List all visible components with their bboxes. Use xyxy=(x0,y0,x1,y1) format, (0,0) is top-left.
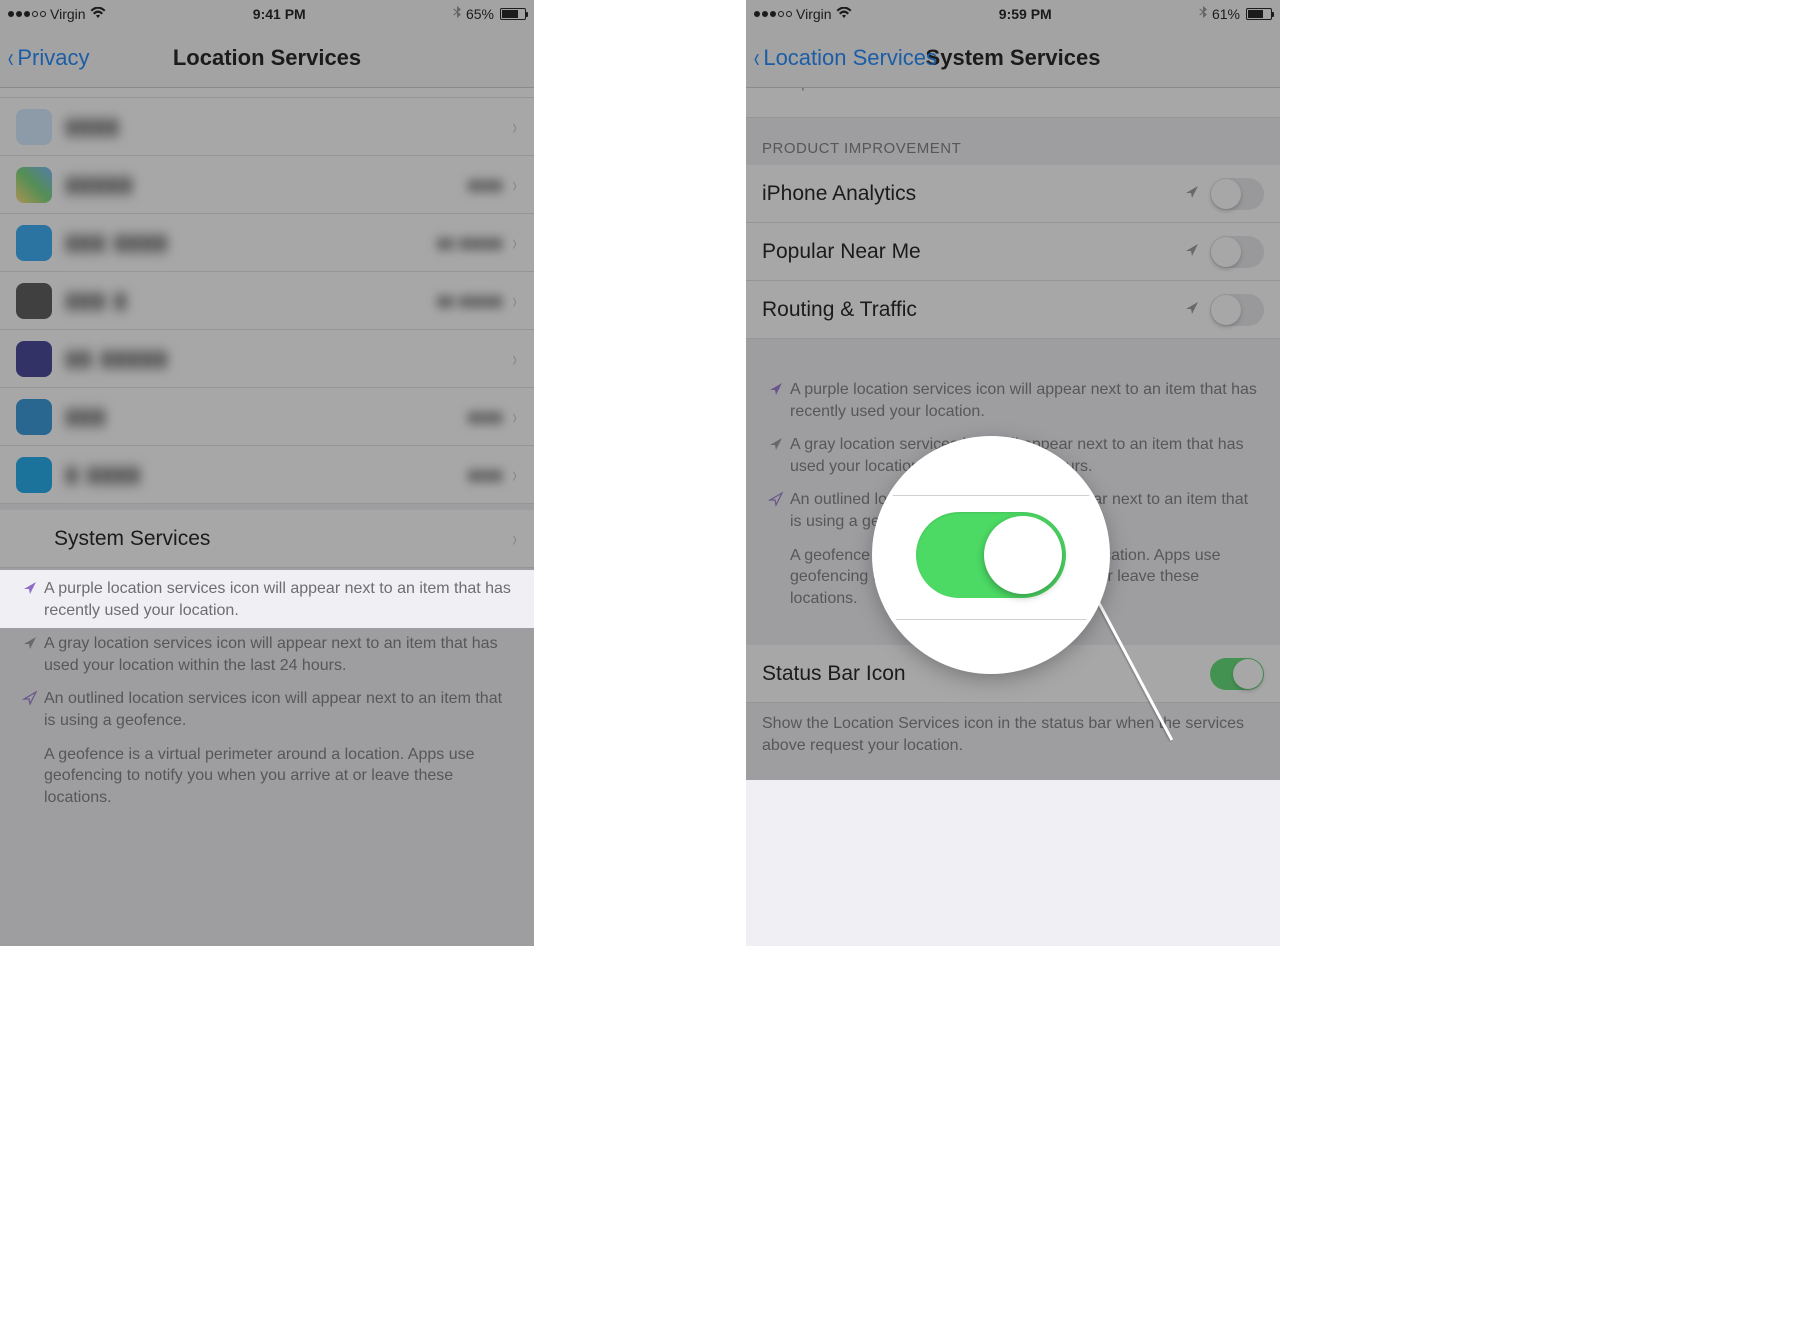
magnifier-callout xyxy=(876,440,1106,670)
toggle-switch[interactable] xyxy=(1210,294,1264,326)
status-time: 9:59 PM xyxy=(999,6,1052,22)
location-arrow-gray-icon xyxy=(768,436,784,477)
back-label: Location Services xyxy=(763,45,937,71)
frequent-locations-value: On xyxy=(1221,88,1249,92)
app-list: ▮▮▮▮› ▮▮▮▮▮▮▮▮▮› ▮▮▮ ▮▮▮▮▮▮ ▮▮▮▮▮› ▮▮▮ ▮… xyxy=(0,98,534,504)
location-arrow-purple-icon xyxy=(22,580,38,621)
chevron-right-icon: › xyxy=(512,526,516,552)
app-row[interactable]: ▮▮ ▮▮▮▮▮› xyxy=(0,330,534,388)
location-arrow-outline-icon xyxy=(768,491,784,532)
footer-purple: A purple location services icon will app… xyxy=(790,379,1264,422)
carrier-label: Virgin xyxy=(50,6,86,22)
footer-explanation: A purple location services icon will app… xyxy=(0,568,534,836)
signal-dots xyxy=(754,11,792,17)
footer-geofence: A geofence is a virtual perimeter around… xyxy=(44,744,518,809)
chevron-left-icon: ‹ xyxy=(8,44,14,72)
nav-bar: ‹ Privacy Location Services xyxy=(0,28,534,88)
app-row[interactable]: ▮▮▮▮▮▮▮▮▮› xyxy=(0,156,534,214)
location-arrow-gray-icon xyxy=(22,635,38,676)
toggle-switch[interactable] xyxy=(1210,178,1264,210)
location-arrow-icon xyxy=(1197,88,1213,92)
system-services-label: System Services xyxy=(54,527,511,551)
wifi-icon xyxy=(836,6,852,22)
back-button[interactable]: ‹ Privacy xyxy=(6,28,89,87)
frequent-locations-row[interactable]: Frequent Locations On › xyxy=(746,88,1280,118)
right-phone: Virgin 9:59 PM 61% ‹ Location Services S… xyxy=(746,0,1280,946)
nav-title: Location Services xyxy=(173,45,361,71)
carrier-label: Virgin xyxy=(796,6,832,22)
battery-icon xyxy=(500,8,526,20)
toggle-switch[interactable] xyxy=(1210,236,1264,268)
location-arrow-icon xyxy=(1184,182,1200,206)
footer-purple: A purple location services icon will app… xyxy=(44,578,518,621)
wifi-icon xyxy=(90,6,106,22)
chevron-right-icon: › xyxy=(1257,88,1264,94)
app-row[interactable]: ▮▮▮▮› xyxy=(0,98,534,156)
footer-outline: An outlined location services icon will … xyxy=(44,688,518,731)
frequent-locations-label: Frequent Locations xyxy=(762,88,1197,92)
magnified-toggle-on xyxy=(916,512,1066,598)
battery-pct: 65% xyxy=(466,6,494,22)
bluetooth-icon xyxy=(1199,6,1208,23)
status-time: 9:41 PM xyxy=(253,6,306,22)
nav-title: System Services xyxy=(926,45,1101,71)
location-arrow-outline-icon xyxy=(22,690,38,731)
footer-gray: A gray location services icon will appea… xyxy=(44,633,518,676)
bluetooth-icon xyxy=(453,6,462,23)
row-label: Routing & Traffic xyxy=(762,298,1184,322)
location-arrow-icon xyxy=(1184,240,1200,264)
app-row[interactable]: ▮▮▮▮▮▮▮› xyxy=(0,388,534,446)
back-button[interactable]: ‹ Location Services xyxy=(752,28,937,87)
popular-near-me-row[interactable]: Popular Near Me xyxy=(746,223,1280,281)
signal-dots xyxy=(8,11,46,17)
status-bar: Virgin 9:59 PM 61% xyxy=(746,0,1280,28)
row-label: Popular Near Me xyxy=(762,240,1184,264)
nav-bar: ‹ Location Services System Services xyxy=(746,28,1280,88)
location-arrow-purple-icon xyxy=(768,381,784,422)
app-row[interactable]: ▮ ▮▮▮▮▮▮▮▮› xyxy=(0,446,534,504)
battery-pct: 61% xyxy=(1212,6,1240,22)
app-row[interactable]: ▮▮▮ ▮▮▮ ▮▮▮▮▮› xyxy=(0,272,534,330)
chevron-left-icon: ‹ xyxy=(754,44,760,72)
status-bar-icon-footer: Show the Location Services icon in the s… xyxy=(746,703,1280,772)
left-phone: Virgin 9:41 PM 65% ‹ Privacy Location Se… xyxy=(0,0,534,946)
back-label: Privacy xyxy=(17,45,89,71)
location-arrow-icon xyxy=(1184,298,1200,322)
routing-traffic-row[interactable]: Routing & Traffic xyxy=(746,281,1280,339)
iphone-analytics-row[interactable]: iPhone Analytics xyxy=(746,165,1280,223)
status-bar-icon-toggle[interactable] xyxy=(1210,658,1264,690)
product-improvement-list: iPhone Analytics Popular Near Me Routing… xyxy=(746,165,1280,339)
status-bar: Virgin 9:41 PM 65% xyxy=(0,0,534,28)
battery-icon xyxy=(1246,8,1272,20)
row-label: iPhone Analytics xyxy=(762,182,1184,206)
section-header-product-improvement: PRODUCT IMPROVEMENT xyxy=(746,118,1280,165)
app-row[interactable]: ▮▮▮ ▮▮▮▮▮▮ ▮▮▮▮▮› xyxy=(0,214,534,272)
system-services-row[interactable]: System Services › xyxy=(0,510,534,568)
